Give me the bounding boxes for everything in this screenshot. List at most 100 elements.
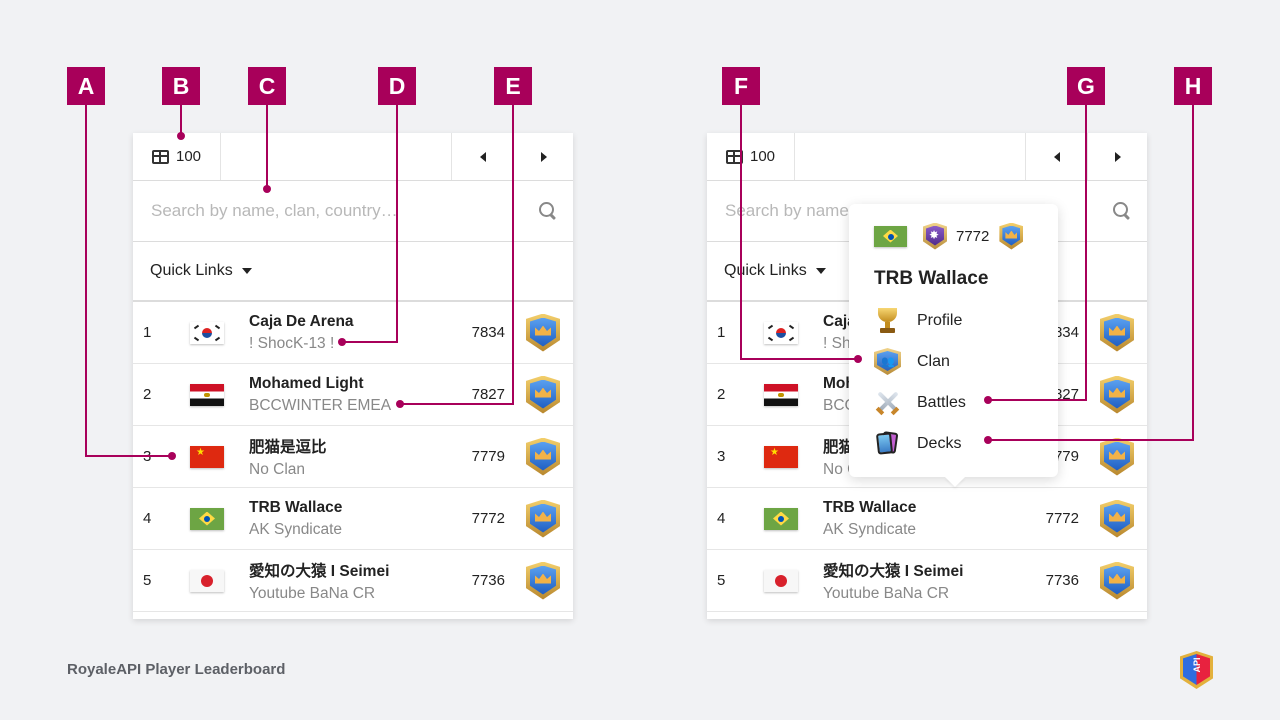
flag-south-korea-icon [764,321,798,344]
trophy-count: 7779 [471,448,505,465]
flag-egypt-icon [764,383,798,406]
search-bar [133,181,573,242]
caret-down-icon [815,268,826,274]
prev-page-button[interactable] [451,133,513,180]
player-name[interactable]: TRB Wallace [823,499,1027,517]
next-page-button[interactable] [513,133,573,180]
table-icon [151,149,169,164]
quick-links-dropdown[interactable]: Quick Links [150,262,252,280]
arena-badge-icon [526,437,560,476]
arena-badge-icon [1100,499,1134,538]
page-size-button[interactable]: 100 [133,133,221,180]
player-popover: ✸ 7772 TRB Wallace Profile 👥 Clan Battle… [849,204,1058,477]
popover-item-decks[interactable]: Decks [849,423,1058,464]
callout-g: G [1067,67,1105,105]
arena-badge-icon [526,561,560,600]
clan-badge-icon: 👥 [874,348,901,375]
popover-header: ✸ 7772 [849,204,1058,250]
player-name[interactable]: Mohamed Light [249,375,453,393]
table-row[interactable]: 5 愛知の大猿 I Seimei Youtube BaNa CR 7736 [707,550,1147,612]
menu-label: Decks [917,434,962,452]
search-icon[interactable] [539,202,557,220]
rank: 5 [143,572,152,589]
trophy-count: 7736 [1045,572,1079,589]
menu-label: Battles [917,393,966,411]
arena-badge-icon [526,375,560,414]
player-name[interactable]: 愛知の大猿 I Seimei [823,559,1027,581]
arena-badge-icon [999,222,1024,250]
trophy-count: 7736 [471,572,505,589]
search-icon[interactable] [1113,202,1131,220]
arena-badge-icon [1100,437,1134,476]
trophy-icon [874,307,901,334]
rank: 5 [717,572,726,589]
rank: 3 [143,448,152,465]
table-row[interactable]: 4 TRB Wallace AK Syndicate 7772 [707,488,1147,550]
page-size-value: 100 [749,148,776,165]
clan-name[interactable]: Youtube BaNa CR [249,585,453,603]
search-input[interactable] [151,201,539,221]
clan-name[interactable]: AK Syndicate [249,521,453,539]
flag-south-korea-icon [190,321,224,344]
clan-name[interactable]: No Clan [249,461,453,479]
quick-links-dropdown[interactable]: Quick Links [724,262,826,280]
player-list: 1 Caja De Arena ! ShocK-13 ! 7834 2 Moham… [133,302,573,612]
league-badge-icon: ✸ [923,222,947,250]
player-name[interactable]: 愛知の大猿 I Seimei [249,559,453,581]
toolbar: 100 [707,133,1147,181]
table-row[interactable]: 1 Caja De Arena ! ShocK-13 ! 7834 [133,302,573,364]
rank: 3 [717,448,726,465]
rank: 2 [717,386,726,403]
rank: 1 [143,324,152,341]
callout-a: A [67,67,105,105]
table-row[interactable]: 3 ★ 肥猫是逗比 No Clan 7779 [133,426,573,488]
caret-down-icon [241,268,252,274]
callout-c: C [248,67,286,105]
flag-brazil-icon [764,507,798,530]
flag-china-icon: ★ [190,445,224,468]
player-name[interactable]: Caja De Arena [249,313,453,331]
popover-item-battles[interactable]: Battles [849,382,1058,423]
table-icon [725,149,743,164]
popover-item-clan[interactable]: 👥 Clan [849,341,1058,382]
popover-item-profile[interactable]: Profile [849,300,1058,341]
trophy-count: 7834 [471,324,505,341]
footer-title: RoyaleAPI Player Leaderboard [67,661,286,678]
table-row[interactable]: 4 TRB Wallace AK Syndicate 7772 [133,488,573,550]
prev-page-button[interactable] [1025,133,1087,180]
caret-left-icon [1053,151,1060,162]
callout-e: E [494,67,532,105]
cards-icon [874,430,901,457]
player-name[interactable]: TRB Wallace [249,499,453,517]
trophy-count: 7827 [471,386,505,403]
clan-name[interactable]: AK Syndicate [823,521,1027,539]
callout-d: D [378,67,416,105]
royaleapi-logo-icon: API [1180,651,1213,689]
player-name[interactable]: 肥猫是逗比 [249,435,453,457]
rank: 4 [143,510,152,527]
trophy-count: 7772 [471,510,505,527]
clan-name[interactable]: ! ShocK-13 ! [249,335,453,353]
arena-badge-icon [526,499,560,538]
callout-h: H [1174,67,1212,105]
flag-china-icon: ★ [764,445,798,468]
quick-links-row: Quick Links [133,242,573,302]
flag-japan-icon [190,569,224,592]
menu-label: Profile [917,311,963,329]
clan-name[interactable]: BCCWINTER EMEA [249,397,453,415]
popover-menu: Profile 👥 Clan Battles Decks [849,300,1058,464]
callout-b: B [162,67,200,105]
trophy-count: 7772 [1045,510,1079,527]
popover-trophy-count: 7772 [956,227,990,245]
popover-player-name: TRB Wallace [874,268,989,289]
table-row[interactable]: 2 Mohamed Light BCCWINTER EMEA 7827 [133,364,573,426]
page-size-button[interactable]: 100 [707,133,795,180]
clan-name[interactable]: Youtube BaNa CR [823,585,1027,603]
leaderboard-panel-left: 100 Quick Links 1 Caja De Arena ! ShocK-1… [133,133,573,619]
caret-right-icon [540,151,547,162]
flag-brazil-icon [874,225,907,247]
flag-japan-icon [764,569,798,592]
arena-badge-icon [1100,561,1134,600]
next-page-button[interactable] [1087,133,1147,180]
table-row[interactable]: 5 愛知の大猿 I Seimei Youtube BaNa CR 7736 [133,550,573,612]
